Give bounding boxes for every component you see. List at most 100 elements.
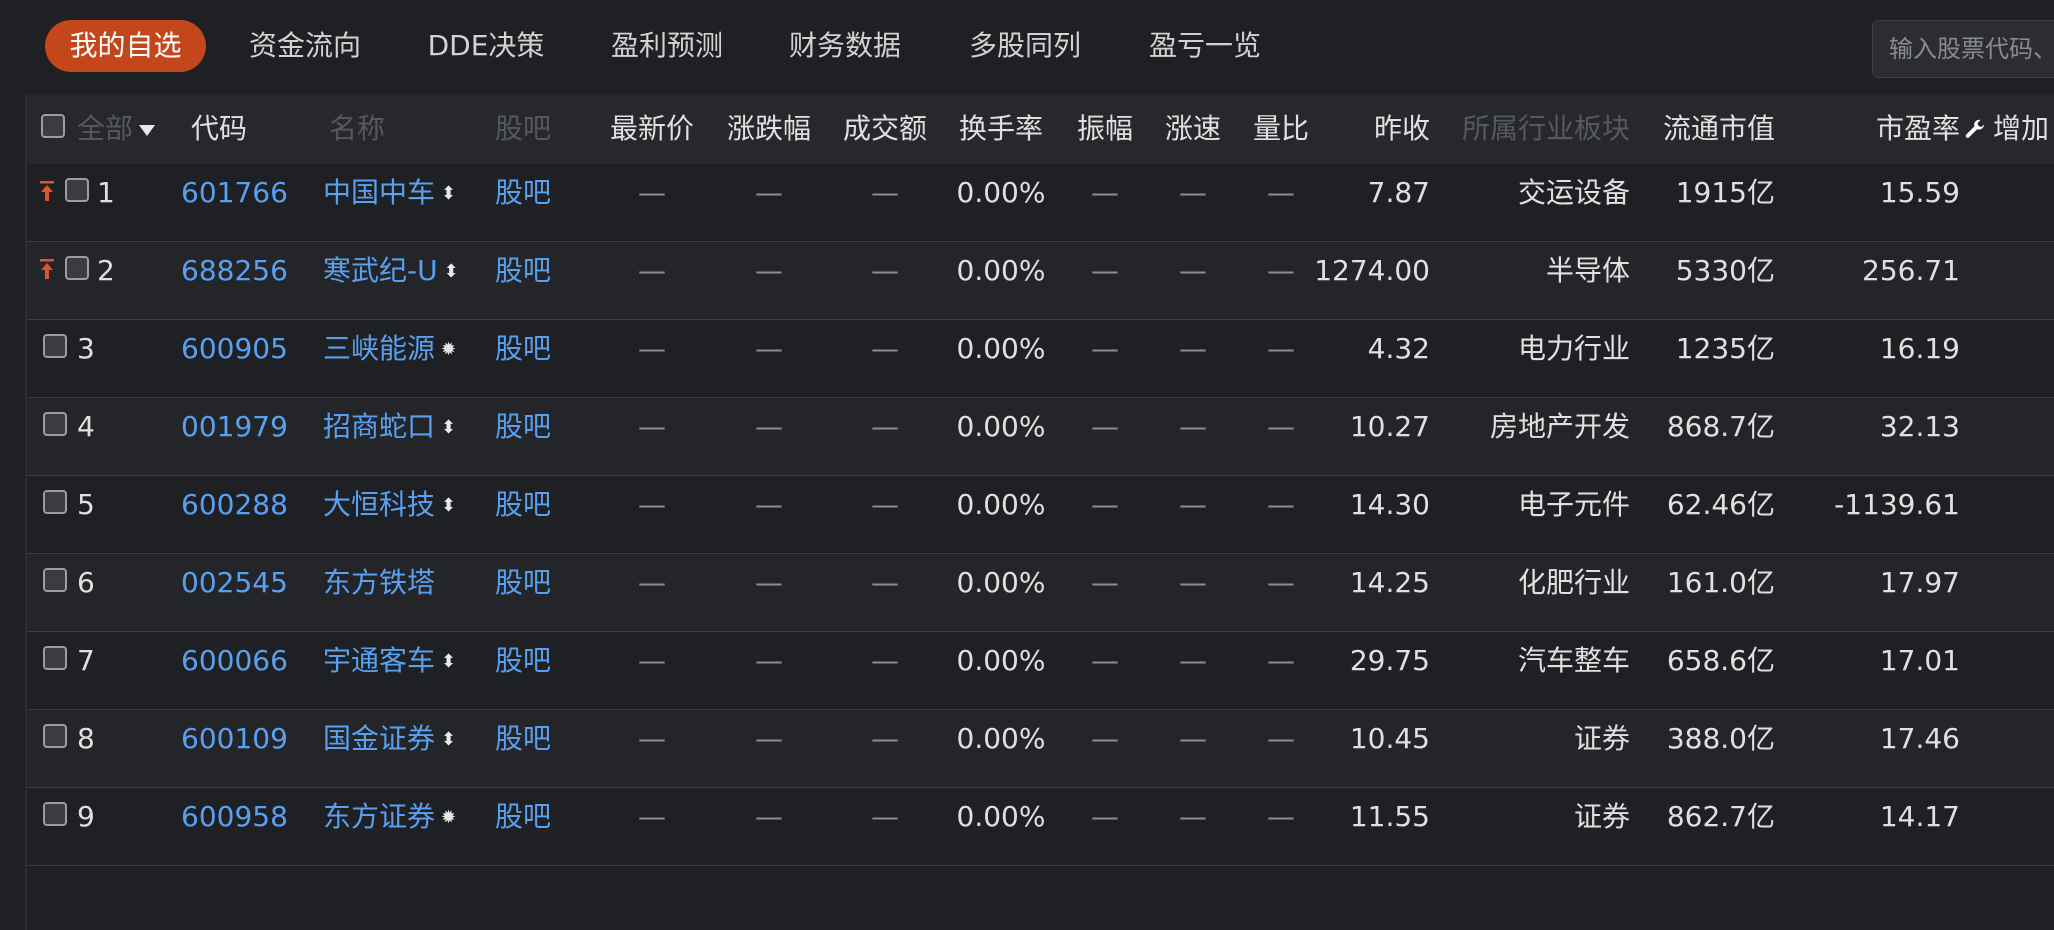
guba-link[interactable]: 股吧 [495,476,575,534]
stock-name-link[interactable]: 三峡能源 ✹ [323,320,493,378]
pe-ratio: 32.13 [1879,410,1960,443]
sort-updown-icon[interactable]: ⬍ [441,165,456,223]
guba-link[interactable]: 股吧 [495,320,575,378]
stock-name-text: 大恒科技 [323,488,436,521]
col-name[interactable]: 名称 [329,94,409,164]
row-checkbox[interactable] [43,490,67,514]
row-index: 3 [77,332,95,365]
pin-top-icon[interactable] [39,258,55,280]
tab-financial-data[interactable]: 财务数据 [780,20,910,72]
stock-code-link[interactable]: 600066 [181,632,301,690]
float-cap: 1915亿 [1675,176,1775,209]
sort-updown-icon[interactable]: ⬍ [441,477,456,535]
stock-code-link[interactable]: 002545 [181,554,301,612]
watchlist-page: 我的自选 资金流向 DDE决策 盈利预测 财务数据 多股同列 盈亏一览 全部 代… [0,0,2054,930]
guba-link[interactable]: 股吧 [495,710,575,768]
stock-code-link[interactable]: 601766 [181,164,301,222]
row-index: 1 [97,176,115,209]
guba-link[interactable]: 股吧 [495,632,575,690]
row-checkbox[interactable] [43,412,67,436]
stock-name-link[interactable]: 大恒科技 ⬍ [323,476,493,534]
pe-ratio: -1139.61 [1834,488,1960,521]
tab-dde-decision[interactable]: DDE决策 [418,20,554,72]
stock-code-link[interactable]: 688256 [181,242,301,300]
search-box [1872,20,2054,78]
table-row[interactable]: 3 600905 三峡能源 ✹ 股吧 — — —0.00% — — —4.32 电力行业 1235亿 16… [27,320,2054,398]
table-row[interactable]: 9 600958 东方证券 ✹ 股吧 — — —0.00% — — —11.55 证券 862.7亿 14… [27,788,2054,866]
table-row[interactable]: 6 002545 东方铁塔 股吧 — — —0.00% — — —14.25 化肥行业 161.0亿 1… [27,554,2054,632]
stock-name-text: 寒武纪-U [323,254,438,287]
col-industry: 所属行业板块 [1461,112,1630,145]
stock-name-link[interactable]: 东方证券 ✹ [323,788,493,846]
table-row[interactable]: 4 001979 招商蛇口 ⬍ 股吧 — — —0.00% — — —10.27 房地产开发 868.7… [27,398,2054,476]
tab-my-watchlist[interactable]: 我的自选 [45,20,206,72]
guba-link[interactable]: 股吧 [495,554,575,612]
stock-name-link[interactable]: 宇通客车 ⬍ [323,632,493,690]
row-index: 9 [77,800,95,833]
row-checkbox[interactable] [43,568,67,592]
filter-all-dropdown[interactable]: 全部 [77,94,177,164]
burst-icon[interactable]: ✹ [441,789,456,847]
float-cap: 5330亿 [1675,254,1775,287]
pin-top-icon[interactable] [39,180,55,202]
sort-updown-icon[interactable]: ⬍ [441,399,456,457]
industry: 半导体 [1545,254,1630,287]
tab-multi-stock[interactable]: 多股同列 [960,20,1090,72]
col-code[interactable]: 代码 [191,94,271,164]
pe-ratio: 16.19 [1879,332,1960,365]
row-checkbox[interactable] [43,802,67,826]
row-checkbox[interactable] [65,178,89,202]
stock-code-link[interactable]: 600109 [181,710,301,768]
add-column-label: 增加 [1993,112,2050,145]
stock-code-link[interactable]: 600958 [181,788,301,846]
table-row[interactable]: 2 688256 寒武纪-U ⬍ 股吧 — — —0.00% — — —1274.00 半导体 5330… [27,242,2054,320]
stock-name-link[interactable]: 招商蛇口 ⬍ [323,398,493,456]
stock-name-link[interactable]: 中国中车 ⬍ [323,164,493,222]
row-index: 8 [77,722,95,755]
sort-updown-icon[interactable]: ⬍ [441,633,456,691]
burst-icon[interactable]: ✹ [441,321,456,379]
stock-name-link[interactable]: 东方铁塔 [323,554,493,612]
row-checkbox[interactable] [43,334,67,358]
row-checkbox[interactable] [65,256,89,280]
col-float-cap[interactable]: 流通市值 [1630,94,1775,164]
search-input[interactable] [1873,21,2054,77]
prev-close: 29.75 [1349,644,1430,677]
guba-link[interactable]: 股吧 [495,788,575,846]
sort-updown-icon[interactable]: ⬍ [444,243,459,301]
guba-link[interactable]: 股吧 [495,242,575,300]
prev-close: 10.27 [1349,410,1430,443]
tab-capital-flow[interactable]: 资金流向 [240,20,370,72]
row-checkbox[interactable] [43,724,67,748]
sort-updown-icon[interactable]: ⬍ [441,711,456,769]
select-all-checkbox[interactable] [41,114,65,138]
tab-profit-forecast[interactable]: 盈利预测 [602,20,732,72]
industry: 电子元件 [1517,488,1630,521]
industry: 证券 [1573,722,1630,755]
table-row[interactable]: 8 600109 国金证券 ⬍ 股吧 — — —0.00% — — —10.45 证券 388.0亿 17… [27,710,2054,788]
industry: 房地产开发 [1489,410,1630,443]
col-prev-close[interactable]: 昨收 [1310,94,1430,164]
stock-name-text: 宇通客车 [323,644,436,677]
industry: 电力行业 [1517,332,1630,365]
col-pe[interactable]: 市盈率 [1785,94,1960,164]
guba-link[interactable]: 股吧 [495,398,575,456]
float-cap: 161.0亿 [1666,566,1775,599]
pe-ratio: 14.17 [1879,800,1960,833]
stock-code-link[interactable]: 600905 [181,320,301,378]
stock-code-link[interactable]: 001979 [181,398,301,456]
pe-ratio: 256.71 [1862,254,1960,287]
row-checkbox[interactable] [43,646,67,670]
tab-pnl-overview[interactable]: 盈亏一览 [1140,20,1270,72]
table-row[interactable]: 7 600066 宇通客车 ⬍ 股吧 — — —0.00% — — —29.75 汽车整车 658.6亿… [27,632,2054,710]
row-index: 4 [77,410,95,443]
stock-code-link[interactable]: 600288 [181,476,301,534]
guba-link[interactable]: 股吧 [495,164,575,222]
row-index: 5 [77,488,95,521]
table-row[interactable]: 1 601766 中国中车 ⬍ 股吧 — — —0.00% — — —7.87 交运设备 1915亿 15… [27,164,2054,242]
stock-name-link[interactable]: 国金证券 ⬍ [323,710,493,768]
add-column-button[interactable]: 增加 [1963,94,2054,164]
stock-name-text: 国金证券 [323,722,436,755]
table-row[interactable]: 5 600288 大恒科技 ⬍ 股吧 — — —0.00% — — —14.30 电子元件 62.46亿… [27,476,2054,554]
stock-name-link[interactable]: 寒武纪-U ⬍ [323,242,493,300]
